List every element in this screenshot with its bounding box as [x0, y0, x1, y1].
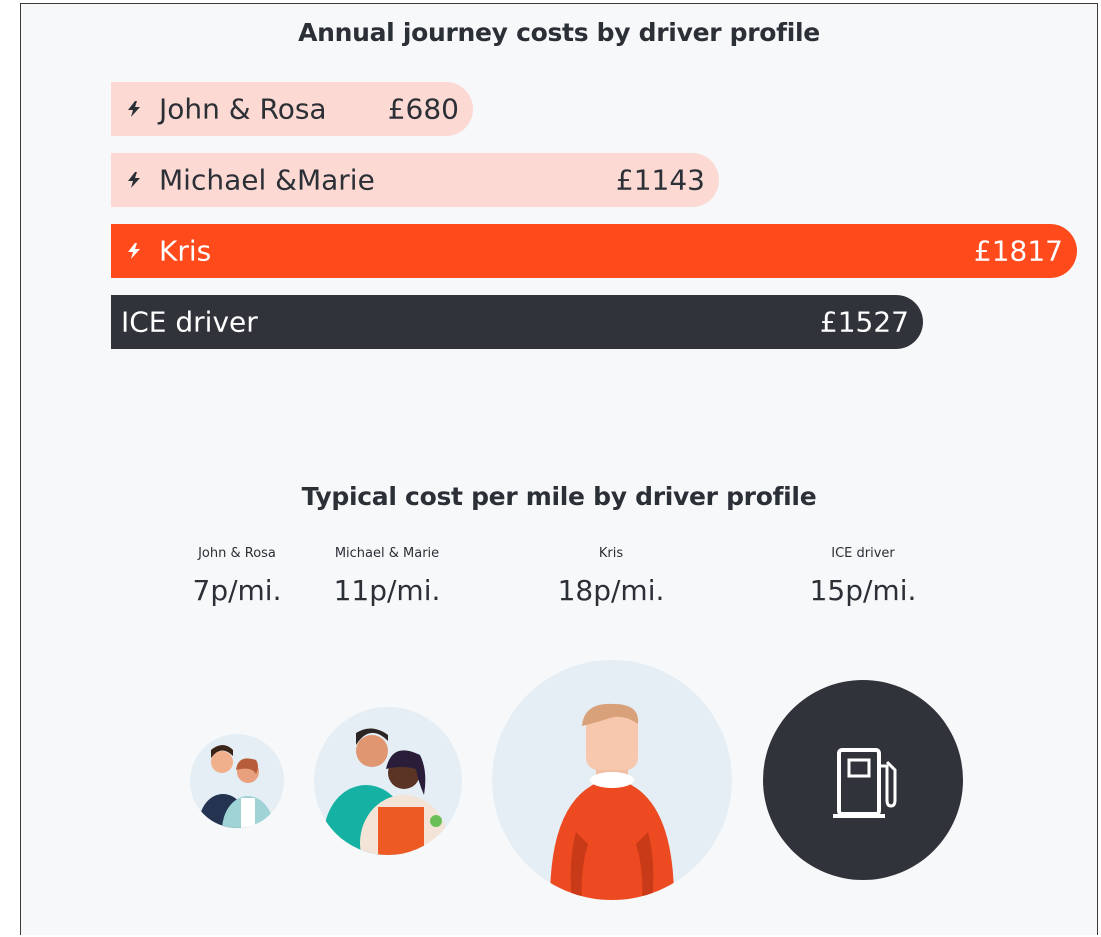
cpm-value: 18p/mi. — [557, 574, 665, 607]
cpm-label: John & Rosa — [198, 546, 276, 561]
cpm-label: Kris — [598, 546, 624, 561]
cpm-label: ICE driver — [831, 546, 895, 561]
bar-label: Kris — [159, 234, 212, 268]
chart-canvas: Annual journey costs by driver profile J… — [20, 3, 1098, 935]
cpm-value: 15p/mi. — [809, 574, 917, 607]
electric-icon — [128, 172, 140, 188]
cpm-label: Michael & Marie — [334, 546, 440, 561]
bar-value: £680 — [387, 92, 459, 126]
bar-2: Kris £1817 — [111, 224, 1077, 278]
cpm-value: 11p/mi. — [333, 574, 441, 607]
ice-driver-avatar — [763, 680, 963, 880]
couple-avatar-small — [190, 734, 284, 828]
bar-label: ICE driver — [121, 305, 258, 339]
bar-value: £1817 — [973, 234, 1063, 268]
couple-avatar-medium — [314, 707, 462, 855]
bar-label: Michael &Marie — [159, 163, 375, 197]
bar-0: John & Rosa £680 — [111, 82, 473, 136]
cost-per-mile-title: Typical cost per mile by driver profile — [301, 482, 817, 511]
annual-costs-title: Annual journey costs by driver profile — [298, 18, 820, 47]
kris-avatar — [492, 660, 732, 900]
electric-icon — [128, 101, 140, 117]
bar-1: Michael &Marie £1143 — [111, 153, 719, 207]
electric-icon — [128, 243, 140, 259]
bar-value: £1143 — [615, 163, 705, 197]
bar-3: ICE driver £1527 — [111, 295, 923, 349]
fuel-pump-icon — [833, 748, 897, 818]
bar-value: £1527 — [819, 305, 909, 339]
bar-label: John & Rosa — [159, 92, 327, 126]
